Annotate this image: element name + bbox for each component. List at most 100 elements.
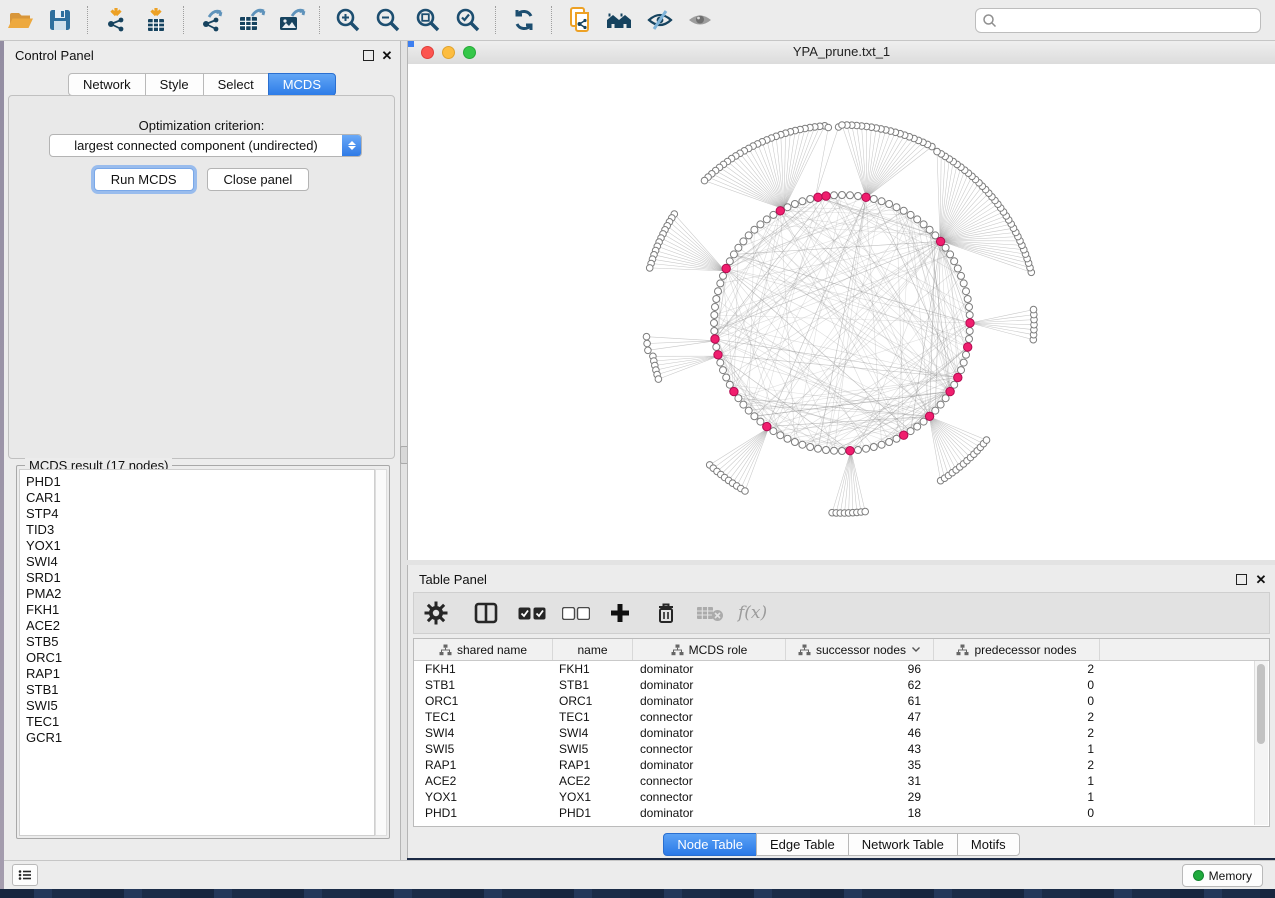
- graph-node[interactable]: [966, 336, 973, 343]
- column-header-name[interactable]: name: [553, 639, 633, 660]
- graph-node[interactable]: [960, 280, 967, 287]
- tab-network[interactable]: Network: [68, 73, 146, 96]
- graph-node[interactable]: [751, 413, 758, 420]
- graph-node[interactable]: [757, 418, 764, 425]
- node-table[interactable]: shared namenameMCDS rolesuccessor nodesp…: [413, 638, 1270, 827]
- table-row[interactable]: YOX1YOX1connector291: [414, 789, 1269, 805]
- graph-node[interactable]: [855, 193, 862, 200]
- graph-node[interactable]: [711, 328, 718, 335]
- export-network-button[interactable]: [193, 2, 231, 38]
- first-neighbors-button[interactable]: [601, 2, 639, 38]
- float-table-panel-button[interactable]: [1234, 572, 1248, 586]
- graph-node[interactable]: [878, 198, 885, 205]
- graph-node[interactable]: [776, 207, 784, 215]
- split-panes-button[interactable]: [468, 595, 504, 631]
- export-image-button[interactable]: [273, 2, 311, 38]
- result-node-item[interactable]: STB5: [26, 634, 374, 650]
- zoom-selected-button[interactable]: [449, 2, 487, 38]
- add-column-button[interactable]: [602, 595, 638, 631]
- cell-name[interactable]: STB1: [553, 678, 633, 692]
- graph-node[interactable]: [966, 312, 973, 319]
- zoom-out-button[interactable]: [369, 2, 407, 38]
- graph-node[interactable]: [1030, 306, 1037, 313]
- result-node-item[interactable]: SWI4: [26, 554, 374, 570]
- graph-node[interactable]: [893, 435, 900, 442]
- cell-name[interactable]: SWI5: [553, 742, 633, 756]
- network-graph[interactable]: [408, 64, 1274, 559]
- cell-name[interactable]: RAP1: [553, 758, 633, 772]
- network-canvas[interactable]: [408, 64, 1275, 560]
- select-all-button[interactable]: [514, 595, 550, 631]
- search-input[interactable]: [997, 11, 1260, 30]
- graph-node[interactable]: [711, 335, 719, 343]
- cell-successor-nodes[interactable]: 29: [786, 790, 934, 804]
- graph-node[interactable]: [791, 439, 798, 446]
- cell-successor-nodes[interactable]: 35: [786, 758, 934, 772]
- cell-shared-name[interactable]: FKH1: [414, 662, 553, 676]
- graph-node[interactable]: [893, 204, 900, 211]
- cell-name[interactable]: ACE2: [553, 774, 633, 788]
- graph-node[interactable]: [951, 381, 958, 388]
- tab-edge-table[interactable]: Edge Table: [756, 833, 849, 856]
- cell-predecessor-nodes[interactable]: 1: [934, 742, 1100, 756]
- cell-successor-nodes[interactable]: 96: [786, 662, 934, 676]
- cell-successor-nodes[interactable]: 47: [786, 710, 934, 724]
- graph-node[interactable]: [655, 376, 662, 383]
- table-row[interactable]: SWI5SWI5connector431: [414, 741, 1269, 757]
- tab-node-table[interactable]: Node Table: [663, 833, 757, 856]
- graph-node[interactable]: [954, 265, 961, 272]
- graph-node[interactable]: [966, 304, 973, 311]
- window-close-icon[interactable]: [421, 46, 434, 59]
- graph-node[interactable]: [862, 508, 869, 515]
- table-row[interactable]: SWI4SWI4dominator462: [414, 725, 1269, 741]
- table-settings-button[interactable]: [418, 595, 454, 631]
- graph-node[interactable]: [711, 320, 718, 327]
- cell-shared-name[interactable]: ORC1: [414, 694, 553, 708]
- cell-shared-name[interactable]: RAP1: [414, 758, 553, 772]
- graph-node[interactable]: [711, 312, 718, 319]
- cell-name[interactable]: ORC1: [553, 694, 633, 708]
- tab-mcds[interactable]: MCDS: [268, 73, 336, 96]
- graph-node[interactable]: [644, 340, 651, 347]
- graph-node[interactable]: [807, 196, 814, 203]
- graph-node[interactable]: [807, 444, 814, 451]
- graph-node[interactable]: [963, 351, 970, 358]
- result-node-item[interactable]: YOX1: [26, 538, 374, 554]
- scrollbar-thumb[interactable]: [1257, 664, 1265, 744]
- graph-node[interactable]: [831, 192, 838, 199]
- graph-node[interactable]: [735, 244, 742, 251]
- graph-node[interactable]: [936, 237, 944, 245]
- cell-mcds-role[interactable]: dominator: [633, 678, 786, 692]
- graph-node[interactable]: [730, 251, 737, 258]
- graph-node[interactable]: [900, 207, 907, 214]
- graph-node[interactable]: [745, 232, 752, 239]
- graph-node[interactable]: [714, 351, 722, 359]
- hide-selected-button[interactable]: [641, 2, 679, 38]
- graph-node[interactable]: [742, 488, 749, 495]
- graph-node[interactable]: [825, 124, 832, 131]
- cell-mcds-role[interactable]: connector: [633, 790, 786, 804]
- graph-node[interactable]: [717, 280, 724, 287]
- graph-node[interactable]: [726, 381, 733, 388]
- show-all-button[interactable]: [681, 2, 719, 38]
- cell-predecessor-nodes[interactable]: 2: [934, 710, 1100, 724]
- refresh-button[interactable]: [505, 2, 543, 38]
- cell-predecessor-nodes[interactable]: 1: [934, 774, 1100, 788]
- table-row[interactable]: STB1STB1dominator620: [414, 677, 1269, 693]
- cell-successor-nodes[interactable]: 31: [786, 774, 934, 788]
- float-panel-button[interactable]: [361, 48, 375, 62]
- result-node-item[interactable]: ORC1: [26, 650, 374, 666]
- graph-node[interactable]: [870, 196, 877, 203]
- graph-node[interactable]: [723, 374, 730, 381]
- cell-name[interactable]: TEC1: [553, 710, 633, 724]
- close-panel-action-button[interactable]: Close panel: [207, 168, 310, 191]
- cell-name[interactable]: SWI4: [553, 726, 633, 740]
- search-field[interactable]: [975, 8, 1261, 33]
- result-node-item[interactable]: TID3: [26, 522, 374, 538]
- export-table-button[interactable]: [233, 2, 271, 38]
- cell-mcds-role[interactable]: connector: [633, 742, 786, 756]
- graph-node[interactable]: [907, 428, 914, 435]
- cell-shared-name[interactable]: YOX1: [414, 790, 553, 804]
- window-maximize-icon[interactable]: [463, 46, 476, 59]
- graph-node[interactable]: [823, 447, 830, 454]
